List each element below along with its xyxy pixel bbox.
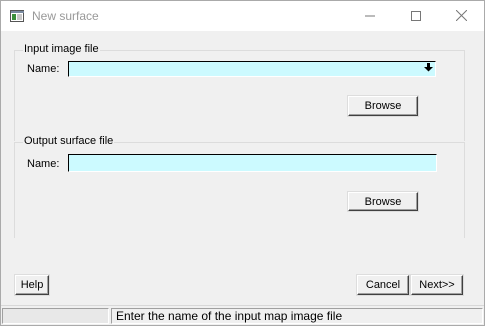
minimize-button[interactable] xyxy=(347,1,393,31)
close-icon xyxy=(455,9,467,22)
status-pane-left xyxy=(2,308,109,324)
input-browse-button[interactable]: Browse xyxy=(348,96,418,116)
minimize-icon xyxy=(365,15,375,17)
help-button[interactable]: Help xyxy=(15,275,49,295)
input-image-combo[interactable] xyxy=(68,61,436,77)
output-surface-field[interactable] xyxy=(68,154,437,172)
maximize-icon xyxy=(411,11,421,21)
input-image-legend: Input image file xyxy=(23,43,100,55)
output-surface-legend: Output surface file xyxy=(23,135,115,147)
maximize-button[interactable] xyxy=(393,1,439,31)
close-button[interactable] xyxy=(438,1,484,31)
status-message: Enter the name of the input map image fi… xyxy=(111,308,483,324)
output-name-label: Name: xyxy=(27,158,60,170)
output-browse-button[interactable]: Browse xyxy=(348,192,418,211)
dropdown-arrow-icon[interactable] xyxy=(422,63,434,74)
status-divider xyxy=(1,305,484,306)
input-name-label: Name: xyxy=(27,63,60,75)
next-button[interactable]: Next>> xyxy=(411,275,463,295)
window-title: New surface xyxy=(32,9,99,23)
title-bar: New surface xyxy=(1,1,484,31)
cancel-button[interactable]: Cancel xyxy=(357,275,409,295)
new-surface-dialog: New surface Input image file Name: Brows… xyxy=(0,0,485,326)
app-window-icon xyxy=(10,10,24,22)
